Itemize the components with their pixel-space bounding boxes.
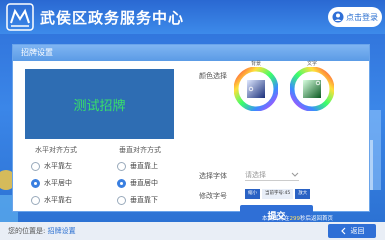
back-arrow-icon — [340, 227, 345, 235]
shrink-font-button[interactable]: 缩小 — [245, 189, 260, 199]
text-caption: 文字 — [307, 61, 318, 67]
option-horizontal-left[interactable]: 水平靠左 — [31, 161, 72, 171]
option-label: 水平居中 — [44, 179, 72, 187]
option-label: 水平靠左 — [44, 162, 72, 170]
preview-text: 测试招牌 — [73, 98, 126, 114]
footer-bar: 您的位置是: 招牌设置 返回 — [0, 222, 385, 240]
current-font-size: 当前字号:45 — [262, 189, 294, 199]
signboard-preview: 测试招牌 — [25, 69, 174, 139]
radio-horizontal-left[interactable] — [31, 161, 40, 171]
option-label: 垂直靠下 — [130, 196, 158, 204]
panel-title: 招牌设置 — [13, 45, 369, 61]
chevron-down-icon — [291, 172, 299, 177]
option-horizontal-right[interactable]: 水平靠右 — [31, 195, 72, 205]
option-vertical-bottom[interactable]: 垂直靠下 — [117, 195, 158, 205]
font-select[interactable]: 请选择 — [245, 169, 299, 181]
option-horizontal-center[interactable]: 水平居中 — [31, 178, 72, 188]
option-label: 垂直靠上 — [130, 162, 158, 170]
font-size-label: 修改字号 — [199, 192, 227, 200]
enlarge-font-button[interactable]: 放大 — [295, 189, 311, 199]
radio-horizontal-center[interactable] — [31, 178, 40, 188]
user-icon — [332, 11, 344, 23]
font-size-controls: 缩小 当前字号:45 放大 — [245, 189, 311, 199]
option-vertical-top[interactable]: 垂直靠上 — [117, 161, 158, 171]
vertical-align-label: 垂直对齐方式 — [119, 146, 161, 154]
radio-vertical-bottom[interactable] — [117, 195, 126, 205]
breadcrumb: 您的位置是: 招牌设置 — [8, 226, 76, 236]
login-button[interactable]: 点击登录 — [328, 7, 382, 27]
font-select-placeholder: 请选择 — [245, 170, 266, 179]
signboard-settings-panel: 招牌设置 测试招牌 水平对齐方式 水平靠左 水平居中 水平靠右 垂直对齐方式 垂… — [12, 44, 370, 225]
horizontal-align-label: 水平对齐方式 — [35, 146, 77, 154]
logo-icon — [6, 3, 34, 31]
background-caption: 背景 — [251, 61, 262, 67]
location-current: 招牌设置 — [47, 227, 76, 235]
text-color-wheel[interactable] — [290, 67, 334, 111]
radio-vertical-top[interactable] — [117, 161, 126, 171]
countdown-notice: 本页面将在299秒后返回首页 — [262, 214, 333, 222]
back-button[interactable]: 返回 — [328, 224, 376, 238]
option-label: 垂直居中 — [130, 179, 158, 187]
font-select-label: 选择字体 — [199, 172, 227, 180]
option-vertical-middle[interactable]: 垂直居中 — [117, 178, 158, 188]
radio-vertical-middle[interactable] — [117, 178, 126, 188]
color-select-label: 颜色选择 — [199, 72, 227, 80]
background-color-wheel[interactable] — [234, 67, 278, 111]
app-title: 武侯区政务服务中心 — [40, 9, 185, 27]
radio-horizontal-right[interactable] — [31, 195, 40, 205]
top-header: 武侯区政务服务中心 点击登录 — [0, 0, 385, 34]
login-button-label: 点击登录 — [346, 12, 378, 22]
option-label: 水平靠右 — [44, 196, 72, 204]
back-button-label: 返回 — [350, 227, 365, 235]
location-prefix: 您的位置是: — [8, 227, 46, 235]
